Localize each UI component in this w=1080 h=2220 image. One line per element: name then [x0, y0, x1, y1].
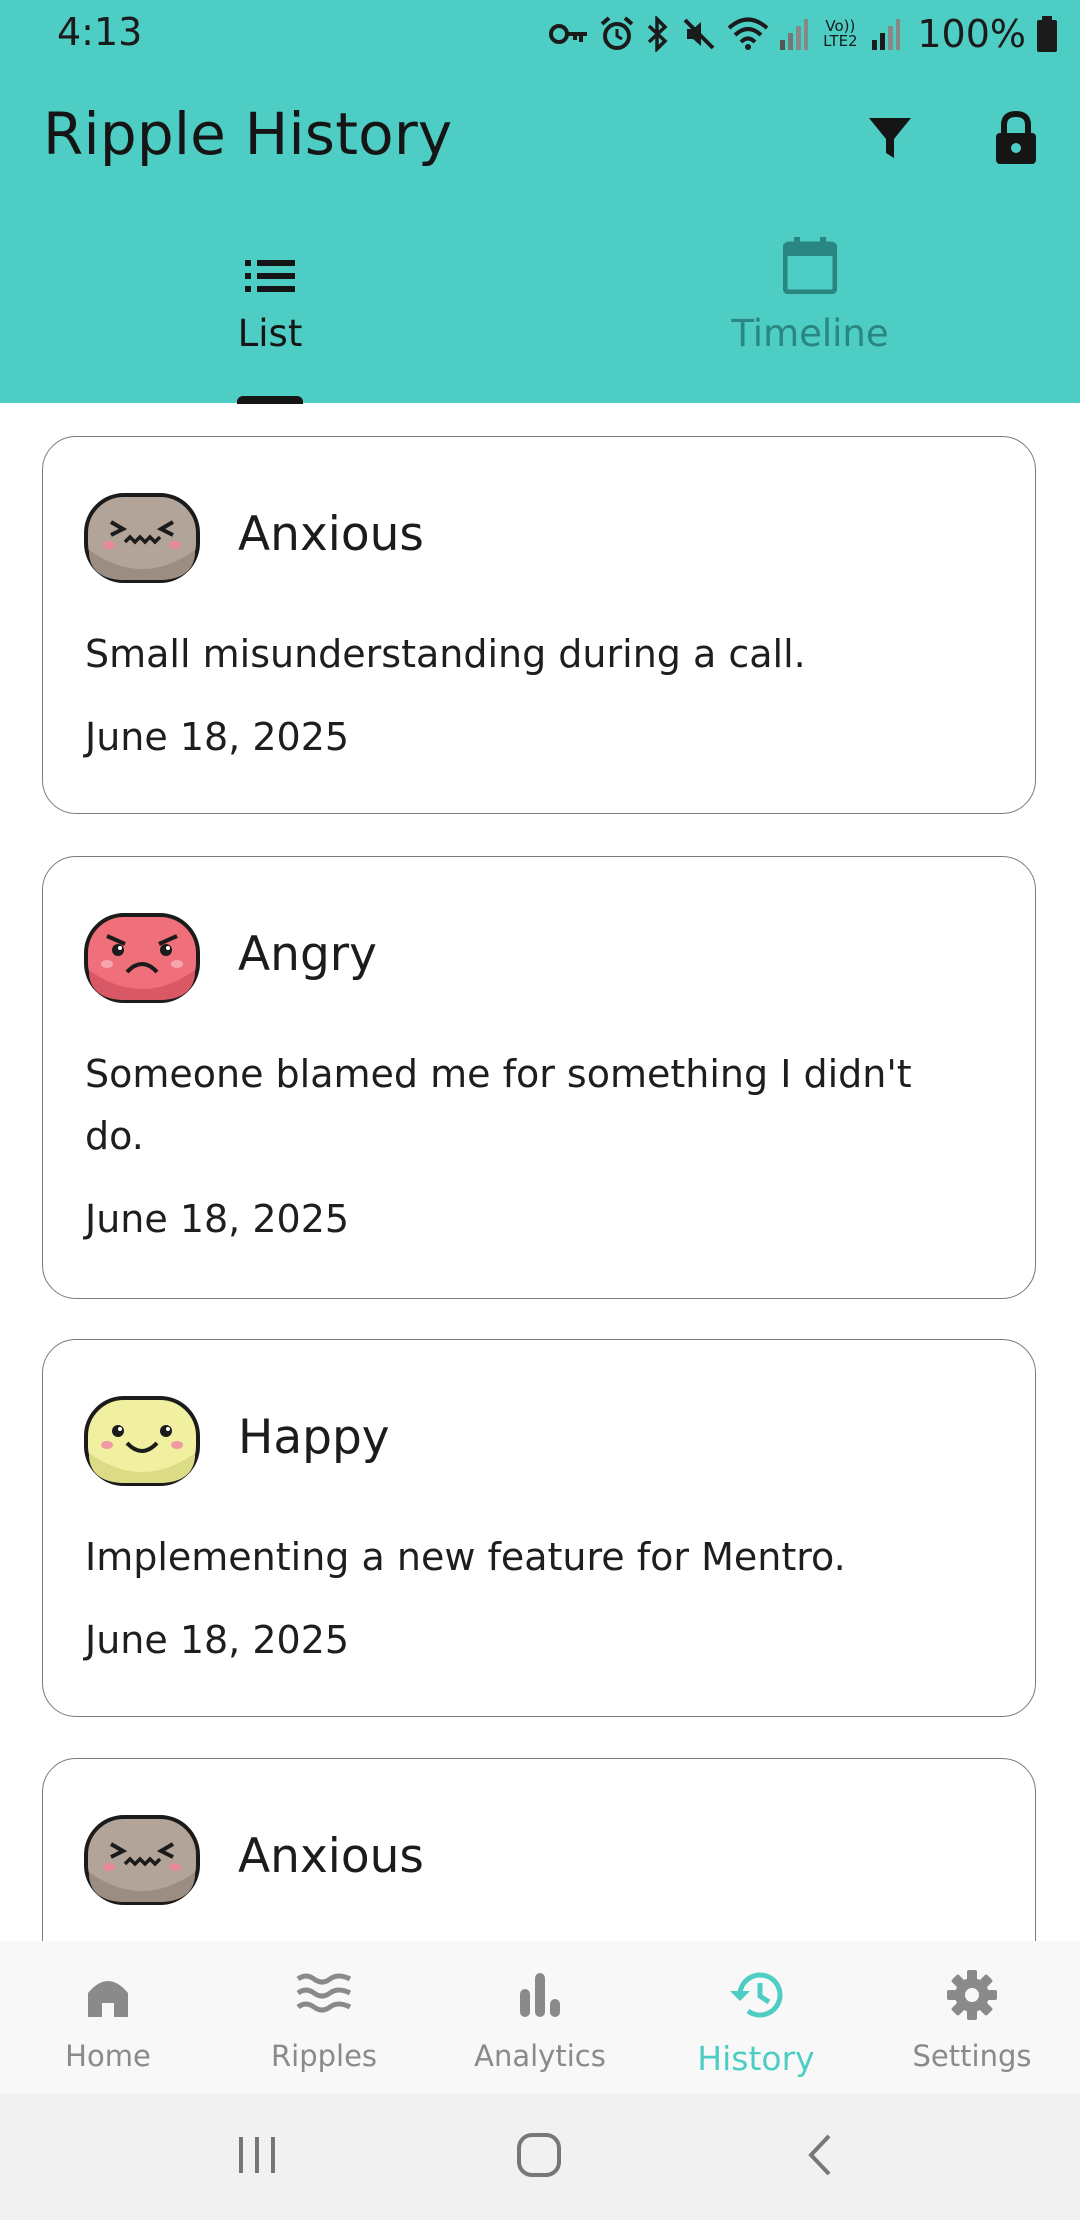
tab-list-label: List: [237, 312, 303, 355]
entry-date: June 18, 2025: [85, 715, 350, 759]
signal-icon: [871, 18, 901, 50]
bluetooth-icon: [645, 16, 671, 52]
anxious-face-icon: [84, 493, 200, 583]
back-button[interactable]: [780, 2127, 860, 2187]
recents-button[interactable]: [217, 2127, 297, 2187]
nav-home-label: Home: [65, 2039, 151, 2073]
home-system-button[interactable]: [499, 2127, 579, 2187]
entry-date: June 18, 2025: [85, 1618, 350, 1662]
mood-name: Angry: [238, 927, 377, 982]
view-tabs: List Timeline: [0, 230, 1080, 403]
lock-button[interactable]: [980, 104, 1052, 176]
nav-home[interactable]: Home: [0, 1941, 216, 2093]
filter-button[interactable]: [854, 104, 926, 176]
status-time: 4:13: [57, 10, 143, 54]
alarm-icon: [599, 16, 635, 52]
status-icons: Vo)) LTE2 100%: [549, 12, 1058, 56]
tab-timeline[interactable]: Timeline: [540, 230, 1080, 403]
app-header: 4:13 Vo)) LTE2 100% Ripple History List …: [0, 0, 1080, 404]
home-circle-icon: [516, 2132, 562, 2182]
nav-analytics[interactable]: Analytics: [432, 1941, 648, 2093]
bar-chart-icon: [516, 1965, 564, 2025]
angry-face-icon: [84, 913, 200, 1003]
battery-icon: [1036, 16, 1058, 52]
entry-date: June 18, 2025: [85, 1197, 350, 1241]
nav-ripples[interactable]: Ripples: [216, 1941, 432, 2093]
history-card[interactable]: Anxious Small misunderstanding during a …: [42, 436, 1036, 814]
filter-icon: [867, 115, 913, 165]
wifi-icon: [727, 17, 769, 51]
battery-percent: 100%: [917, 12, 1026, 56]
home-icon: [84, 1965, 132, 2025]
entry-note: Small misunderstanding during a call.: [85, 632, 806, 676]
calendar-icon: [783, 230, 837, 294]
nav-settings[interactable]: Settings: [864, 1941, 1080, 2093]
history-icon: [728, 1965, 784, 2025]
nav-settings-label: Settings: [912, 2039, 1032, 2073]
nav-history[interactable]: History: [648, 1941, 864, 2093]
history-card[interactable]: Happy Implementing a new feature for Men…: [42, 1339, 1036, 1717]
gear-icon: [946, 1965, 998, 2025]
mood-name: Anxious: [238, 507, 424, 562]
happy-face-icon: [84, 1396, 200, 1486]
tab-timeline-label: Timeline: [731, 312, 889, 355]
anxious-face-icon: [84, 1815, 200, 1905]
history-card[interactable]: Anxious: [42, 1758, 1036, 1941]
mood-name: Happy: [238, 1410, 390, 1465]
page-title: Ripple History: [43, 100, 453, 168]
recents-icon: [235, 2135, 279, 2179]
entry-note: Someone blamed me for something I didn't…: [85, 1052, 912, 1158]
system-navigation-bar: [0, 2093, 1080, 2220]
lock-icon: [994, 110, 1038, 169]
nav-ripples-label: Ripples: [270, 2039, 378, 2073]
history-list[interactable]: Anxious Small misunderstanding during a …: [0, 403, 1080, 1941]
nav-history-label: History: [697, 2039, 815, 2078]
list-icon: [245, 230, 295, 294]
tab-list[interactable]: List: [0, 230, 540, 403]
nav-analytics-label: Analytics: [474, 2039, 606, 2073]
waves-icon: [296, 1965, 352, 2025]
signal-weak-icon: [779, 18, 809, 50]
back-chevron-icon: [805, 2133, 835, 2181]
mood-name: Anxious: [238, 1829, 424, 1884]
history-card[interactable]: Angry Someone blamed me for something I …: [42, 856, 1036, 1299]
entry-note: Implementing a new feature for Mentro.: [85, 1535, 846, 1579]
bottom-navigation: Home Ripples Analytics History Settings: [0, 1941, 1080, 2093]
vpn-key-icon: [549, 21, 589, 47]
mute-icon: [681, 16, 717, 52]
status-bar: 4:13 Vo)) LTE2 100%: [0, 0, 1080, 66]
network-type-label: Vo)) LTE2: [823, 17, 858, 50]
